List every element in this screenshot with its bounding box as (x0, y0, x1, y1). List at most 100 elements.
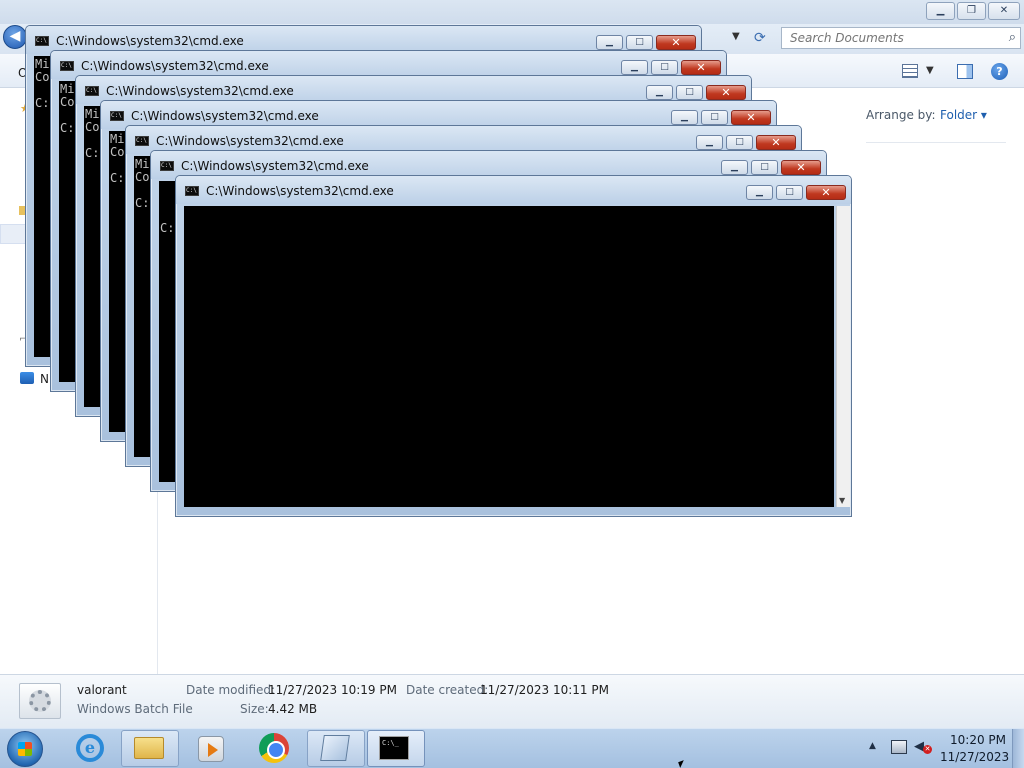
cmd-maximize-button[interactable]: □ (726, 135, 753, 150)
maximize-icon: □ (785, 187, 794, 197)
cmd-close-button[interactable]: ✕ (706, 85, 746, 100)
cmd-maximize-button[interactable]: □ (751, 160, 778, 175)
cmd-window-title: C:\Windows\system32\cmd.exe (106, 84, 294, 98)
close-icon: ✕ (821, 186, 831, 199)
maximize-icon: □ (685, 87, 694, 97)
cmd-app-icon[interactable]: C:\ (135, 136, 149, 146)
minimize-icon: ▁ (681, 112, 688, 122)
back-button[interactable]: ◀ (3, 25, 27, 49)
cmd-minimize-button[interactable]: ▁ (596, 35, 623, 50)
cmd-close-button[interactable]: ✕ (681, 60, 721, 75)
minimize-icon: ▁ (731, 162, 738, 172)
start-button[interactable] (7, 731, 43, 767)
close-icon: ✕ (696, 61, 706, 74)
date-created-value: 11/27/2023 10:11 PM (480, 683, 609, 697)
windows-logo-icon (18, 742, 32, 756)
close-icon: ✕ (671, 36, 681, 49)
cmd-close-button[interactable]: ✕ (731, 110, 771, 125)
search-box[interactable]: ⌕ (781, 27, 1021, 49)
cmd-scrollbar[interactable]: ▼ (836, 206, 850, 507)
cmd-close-button[interactable]: ✕ (656, 35, 696, 50)
cmd-minimize-button[interactable]: ▁ (621, 60, 648, 75)
divider (866, 142, 1006, 143)
help-icon[interactable]: ? (991, 63, 1008, 80)
cmd-maximize-button[interactable]: □ (626, 35, 653, 50)
cmd-app-icon[interactable]: C:\ (185, 186, 199, 196)
clock-time[interactable]: 10:20 PM (940, 733, 1006, 747)
cmd-window[interactable]: C:\ C:\Windows\system32\cmd.exe ▁ □ ✕ ▼ (175, 175, 852, 517)
file-type: Windows Batch File (77, 702, 193, 716)
minimize-icon: ▁ (706, 137, 713, 147)
cmd-minimize-button[interactable]: ▁ (696, 135, 723, 150)
cmd-app-icon[interactable]: C:\ (35, 36, 49, 46)
file-name: valorant (77, 683, 127, 697)
date-modified-label: Date modified: (186, 683, 276, 697)
notepad-icon[interactable] (320, 735, 350, 761)
minimize-icon: ▁ (756, 187, 763, 197)
maximize-icon: □ (760, 162, 769, 172)
cmd-window-title: C:\Windows\system32\cmd.exe (206, 184, 394, 198)
cmd-close-button[interactable]: ✕ (806, 185, 846, 200)
cmd-minimize-button[interactable]: ▁ (671, 110, 698, 125)
cmd-maximize-button[interactable]: □ (776, 185, 803, 200)
view-dropdown-icon[interactable]: ▼ (926, 65, 934, 76)
maximize-icon: □ (660, 62, 669, 72)
explorer-titlebar (0, 0, 1024, 24)
minimize-icon: ▁ (656, 87, 663, 97)
show-desktop-button[interactable] (1012, 729, 1024, 768)
cmd-window-title: C:\Windows\system32\cmd.exe (131, 109, 319, 123)
size-value: 4.42 MB (268, 702, 318, 716)
cmd-close-button[interactable]: ✕ (756, 135, 796, 150)
maximize-icon: □ (710, 112, 719, 122)
batch-file-icon (19, 683, 61, 719)
cmd-maximize-button[interactable]: □ (701, 110, 728, 125)
cmd-console-text (184, 206, 834, 210)
date-created-label: Date created: (406, 683, 489, 697)
cmd-icon[interactable]: C:\_ (379, 736, 409, 760)
internet-explorer-icon[interactable]: e (76, 734, 104, 762)
address-dropdown-icon[interactable]: ▼ (732, 31, 740, 42)
explorer-close-button[interactable]: ✕ (988, 2, 1020, 20)
clock-date[interactable]: 11/27/2023 (940, 750, 1009, 764)
cmd-window-title: C:\Windows\system32\cmd.exe (56, 34, 244, 48)
size-label: Size: (240, 702, 269, 716)
cmd-maximize-button[interactable]: □ (676, 85, 703, 100)
network-icon[interactable] (20, 372, 34, 384)
cmd-app-icon[interactable]: C:\ (110, 111, 124, 121)
explorer-restore-button[interactable]: ❐ (957, 2, 986, 20)
minimize-icon: ▁ (606, 37, 613, 47)
cmd-app-icon[interactable]: C:\ (60, 61, 74, 71)
cmd-console[interactable] (184, 206, 834, 507)
network-tray-icon[interactable] (891, 740, 907, 754)
cmd-app-icon[interactable]: C:\ (85, 86, 99, 96)
close-icon: ✕ (721, 86, 731, 99)
cmd-maximize-button[interactable]: □ (651, 60, 678, 75)
cmd-close-button[interactable]: ✕ (781, 160, 821, 175)
volume-muted-icon[interactable]: ◀ ✕ (914, 740, 932, 756)
maximize-icon: □ (735, 137, 744, 147)
change-view-icon[interactable] (902, 64, 918, 78)
close-icon: ✕ (746, 111, 756, 124)
cmd-minimize-button[interactable]: ▁ (646, 85, 673, 100)
file-explorer-icon[interactable] (134, 737, 164, 759)
show-hidden-icons-icon[interactable]: ▲ (869, 741, 876, 751)
search-icon[interactable]: ⌕ (1009, 30, 1016, 45)
minimize-icon: ▁ (631, 62, 638, 72)
maximize-icon: □ (635, 37, 644, 47)
chrome-icon[interactable] (259, 733, 289, 763)
cmd-window-title: C:\Windows\system32\cmd.exe (81, 59, 269, 73)
cmd-window-title: C:\Windows\system32\cmd.exe (156, 134, 344, 148)
cmd-minimize-button[interactable]: ▁ (721, 160, 748, 175)
arrange-by-dropdown[interactable]: Folder ▾ (940, 108, 987, 122)
date-modified-value: 11/27/2023 10:19 PM (268, 683, 397, 697)
refresh-icon[interactable]: ⟳ (754, 30, 766, 46)
preview-pane-icon[interactable] (957, 64, 973, 79)
close-icon: ✕ (796, 161, 806, 174)
explorer-minimize-button[interactable]: ▁ (926, 2, 955, 20)
nav-item-network[interactable]: N (40, 372, 49, 386)
cmd-minimize-button[interactable]: ▁ (746, 185, 773, 200)
scroll-down-icon[interactable]: ▼ (839, 496, 845, 505)
cmd-app-icon[interactable]: C:\ (160, 161, 174, 171)
search-input[interactable] (782, 28, 992, 48)
media-player-icon[interactable] (198, 736, 224, 762)
